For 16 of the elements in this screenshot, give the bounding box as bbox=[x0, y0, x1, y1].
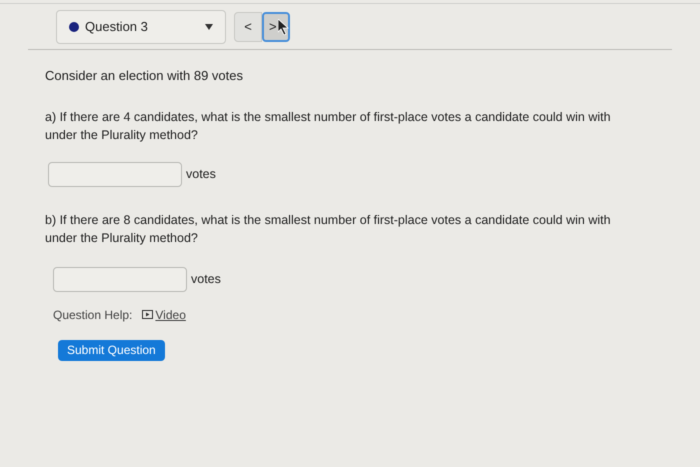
unit-label: votes bbox=[191, 270, 221, 288]
answer-field[interactable] bbox=[48, 162, 182, 186]
answer-field[interactable] bbox=[53, 266, 187, 292]
question-text: a) If there are 4 candidates, what is the smallest number of first-place votes a candidate could win with under the Plurality method? bbox=[45, 108, 612, 144]
video-icon bbox=[142, 310, 154, 319]
cursor-icon bbox=[278, 19, 289, 35]
help-label: Question Help: bbox=[53, 306, 132, 324]
question-label: Question 3 bbox=[85, 18, 148, 36]
unit-label: votes bbox=[186, 166, 216, 183]
question-text: b) If there are 8 candidates, what is the smallest number of first-place votes a candidate could win with under the Plurality method? bbox=[45, 212, 612, 246]
question-dropdown[interactable]: Question 3 bbox=[56, 10, 226, 44]
submit-button[interactable]: Submit Question bbox=[58, 340, 165, 360]
previous-button[interactable]: < bbox=[234, 12, 262, 42]
video-link[interactable]: Video bbox=[155, 306, 186, 324]
caret-icon bbox=[205, 24, 213, 30]
intro-text: Consider an election with 89 votes bbox=[45, 67, 244, 85]
